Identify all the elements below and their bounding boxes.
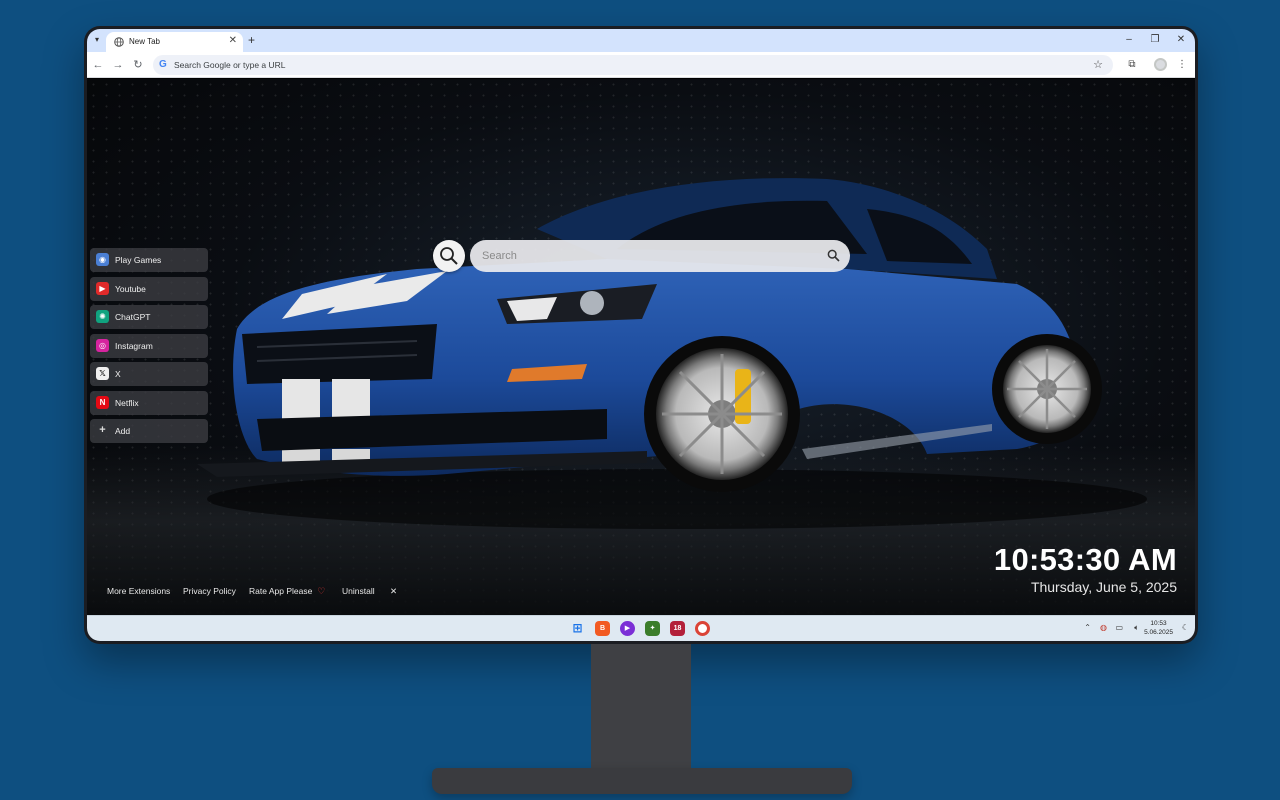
shortcut-chatgpt[interactable]: ✺ ChatGPT: [90, 305, 208, 329]
restore-button[interactable]: ❐: [1147, 32, 1163, 48]
tab-search-button[interactable]: ▾: [90, 33, 104, 47]
notifications-icon[interactable]: ☾: [1182, 622, 1189, 634]
search-input[interactable]: [482, 247, 812, 265]
shortcut-label: ChatGPT: [115, 312, 151, 322]
tray-chevron-icon[interactable]: ⌃: [1084, 622, 1091, 634]
youtube-icon: ▶: [96, 282, 109, 295]
car-wallpaper: [197, 178, 1147, 529]
tab-strip: ▾ New Tab ✕ + – ❐ ✕: [87, 29, 1195, 52]
monitor-stand-neck: [591, 644, 691, 780]
omnibox-placeholder: Search Google or type a URL: [174, 60, 286, 70]
shortcut-instagram[interactable]: ◎ Instagram: [90, 334, 208, 358]
omnibox[interactable]: G Search Google or type a URL ☆: [153, 55, 1113, 75]
new-tab-button[interactable]: +: [248, 32, 255, 48]
shortcut-add[interactable]: + Add: [90, 419, 208, 443]
profile-avatar[interactable]: [1154, 58, 1167, 71]
google-icon: G: [159, 59, 167, 70]
volume-icon[interactable]: 🔈︎: [1134, 622, 1139, 634]
shortcut-play-games[interactable]: ◉ Play Games: [90, 248, 208, 272]
x-icon: 𝕏: [96, 367, 109, 380]
brave-icon[interactable]: B: [595, 621, 610, 636]
rate-app-link[interactable]: Rate App Please ♡: [249, 585, 325, 597]
toolbar: ← → ↻ G Search Google or type a URL ☆ ⧉ …: [87, 52, 1195, 78]
clock-date: Thursday, June 5, 2025: [1030, 579, 1177, 595]
heart-icon: ♡: [314, 586, 326, 596]
globe-icon: [114, 37, 124, 47]
taskbar-time: 10:53: [1150, 620, 1167, 627]
clock-widget: 10:53:30 AM Thursday, June 5, 2025: [994, 543, 1177, 596]
tray-app-icon[interactable]: ◍: [1100, 622, 1107, 634]
windows-start-icon[interactable]: ⊞: [570, 621, 585, 636]
back-button[interactable]: ←: [91, 57, 105, 73]
extensions-icon[interactable]: ⧉: [1125, 57, 1139, 73]
tab-title: New Tab: [129, 37, 160, 46]
shortcut-x[interactable]: 𝕏 X: [90, 362, 208, 386]
shortcut-label: Play Games: [115, 255, 162, 265]
shortcut-youtube[interactable]: ▶ Youtube: [90, 277, 208, 301]
tab-new-tab[interactable]: New Tab ✕: [106, 32, 243, 52]
shortcut-label: Add: [115, 426, 131, 436]
media-player-icon[interactable]: ▶: [620, 621, 635, 636]
search-bar[interactable]: [470, 240, 850, 272]
close-footer-icon[interactable]: ✕: [390, 585, 397, 597]
monitor-stand-base: [432, 768, 852, 794]
netflix-icon: N: [96, 396, 109, 409]
search-submit-icon[interactable]: [827, 249, 840, 262]
new-tab-page: ◉ Play Games ▶ Youtube ✺ ChatGPT ◎ Insta…: [87, 79, 1195, 615]
monitor: ▾ New Tab ✕ + – ❐ ✕ ← → ↻ G Search Googl…: [84, 26, 1198, 644]
instagram-icon: ◎: [96, 339, 109, 352]
privacy-policy-link[interactable]: Privacy Policy: [183, 585, 236, 597]
shortcut-label: X: [115, 369, 121, 379]
bookmark-star-icon[interactable]: ☆: [1093, 57, 1103, 73]
menu-icon[interactable]: ⋮: [1175, 57, 1189, 73]
shortcut-netflix[interactable]: N Netflix: [90, 391, 208, 415]
search-logo-button[interactable]: [433, 240, 465, 272]
shortcut-label: Youtube: [115, 284, 146, 294]
close-window-button[interactable]: ✕: [1173, 32, 1189, 48]
calendar-app-icon[interactable]: 18: [670, 621, 685, 636]
shortcut-label: Instagram: [115, 341, 153, 351]
chrome-icon[interactable]: [695, 621, 710, 636]
rate-app-label: Rate App Please: [249, 586, 313, 596]
uninstall-link[interactable]: Uninstall: [342, 585, 375, 597]
plus-icon: +: [99, 424, 106, 436]
tab-close-icon[interactable]: ✕: [229, 35, 237, 47]
screen: ▾ New Tab ✕ + – ❐ ✕ ← → ↻ G Search Googl…: [87, 29, 1195, 641]
forward-button[interactable]: →: [111, 57, 125, 73]
taskbar-date: 5.06.2025: [1144, 629, 1173, 636]
network-icon[interactable]: ▭: [1115, 622, 1123, 634]
reload-button[interactable]: ↻: [131, 57, 145, 73]
gamepad-icon: ◉: [96, 253, 109, 266]
shortcut-label: Netflix: [115, 398, 139, 408]
game-icon[interactable]: ✦: [645, 621, 660, 636]
more-extensions-link[interactable]: More Extensions: [107, 585, 170, 597]
windows-taskbar: ⊞ B ▶ ✦ 18 ⌃ ◍ ▭ 🔈︎ 10:53 5.06.2025 ☾: [87, 615, 1195, 641]
minimize-button[interactable]: –: [1121, 32, 1137, 48]
search-icon: [440, 247, 458, 265]
taskbar-clock[interactable]: 10:53 5.06.2025: [1144, 619, 1173, 637]
chatgpt-icon: ✺: [96, 310, 109, 323]
clock-time: 10:53:30 AM: [993, 542, 1177, 577]
